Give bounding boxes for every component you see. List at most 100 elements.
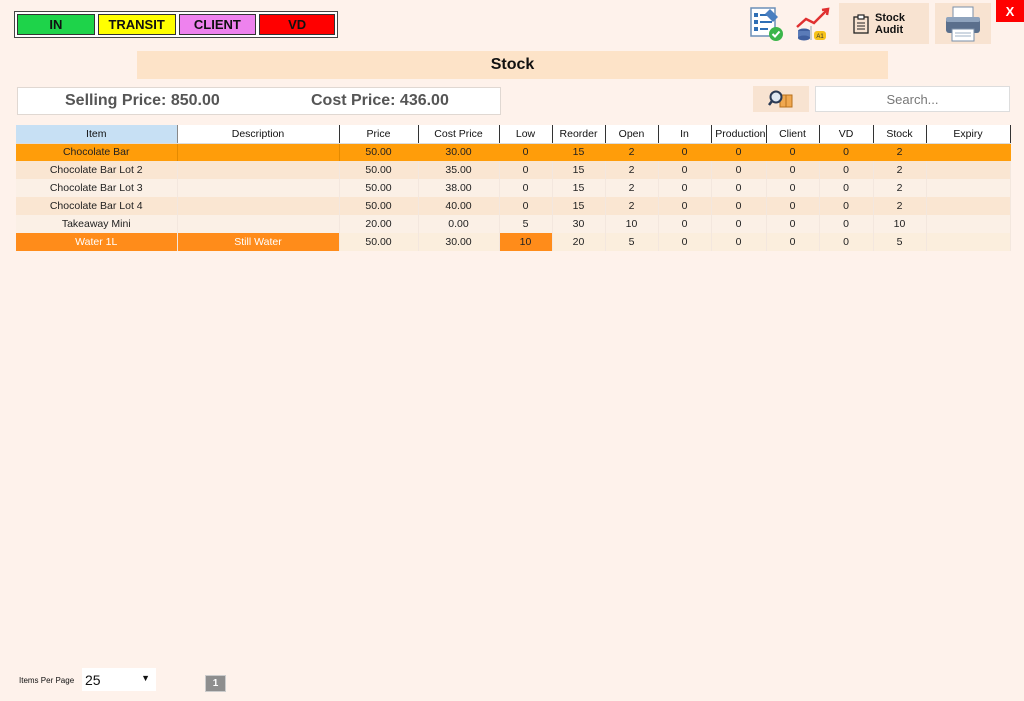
cell-vd[interactable]: 0 bbox=[819, 161, 874, 179]
cell-price[interactable]: 50.00 bbox=[339, 233, 419, 251]
table-row[interactable]: Chocolate Bar 50.00 30.00 0 15 2 0 0 0 0… bbox=[16, 143, 1011, 161]
find-item-button[interactable] bbox=[753, 86, 809, 112]
column-header-client[interactable]: Client bbox=[766, 125, 820, 144]
cell-price[interactable]: 20.00 bbox=[339, 215, 419, 233]
dropdown-arrow-icon[interactable]: ▼ bbox=[141, 673, 150, 683]
cell-vd[interactable]: 0 bbox=[819, 215, 874, 233]
cell-vd[interactable]: 0 bbox=[819, 197, 874, 215]
cell-expiry[interactable] bbox=[926, 215, 1011, 233]
cell-open[interactable]: 10 bbox=[605, 215, 659, 233]
cell-expiry[interactable] bbox=[926, 143, 1011, 161]
table-row[interactable]: Takeaway Mini 20.00 0.00 5 30 10 0 0 0 0… bbox=[16, 215, 1011, 233]
cell-in[interactable]: 0 bbox=[658, 161, 712, 179]
cell-reorder[interactable]: 20 bbox=[552, 233, 606, 251]
search-input[interactable] bbox=[815, 86, 1010, 112]
cell-client[interactable]: 0 bbox=[766, 233, 820, 251]
cell-item[interactable]: Chocolate Bar Lot 2 bbox=[16, 161, 178, 179]
cell-expiry[interactable] bbox=[926, 197, 1011, 215]
cell-production[interactable]: 0 bbox=[711, 179, 767, 197]
cell-item[interactable]: Chocolate Bar bbox=[16, 143, 178, 161]
table-row[interactable]: Chocolate Bar Lot 2 50.00 35.00 0 15 2 0… bbox=[16, 161, 1011, 179]
cell-stock[interactable]: 10 bbox=[873, 215, 927, 233]
cell-low[interactable]: 5 bbox=[499, 215, 553, 233]
column-header-price[interactable]: Price bbox=[339, 125, 419, 144]
cell-reorder[interactable]: 15 bbox=[552, 197, 606, 215]
cell-description[interactable] bbox=[177, 143, 340, 161]
cell-in[interactable]: 0 bbox=[658, 233, 712, 251]
stock-audit-button[interactable]: Stock Audit bbox=[839, 3, 929, 44]
cell-production[interactable]: 0 bbox=[711, 161, 767, 179]
cell-reorder[interactable]: 30 bbox=[552, 215, 606, 233]
cell-reorder[interactable]: 15 bbox=[552, 179, 606, 197]
cell-vd[interactable]: 0 bbox=[819, 143, 874, 161]
cell-cost-price[interactable]: 0.00 bbox=[418, 215, 500, 233]
column-header-cost-price[interactable]: Cost Price bbox=[418, 125, 500, 144]
cell-open[interactable]: 2 bbox=[605, 161, 659, 179]
cell-open[interactable]: 2 bbox=[605, 179, 659, 197]
table-row[interactable]: Chocolate Bar Lot 3 50.00 38.00 0 15 2 0… bbox=[16, 179, 1011, 197]
column-header-item[interactable]: Item bbox=[16, 125, 178, 144]
cell-open[interactable]: 2 bbox=[605, 143, 659, 161]
cell-price[interactable]: 50.00 bbox=[339, 161, 419, 179]
cell-description[interactable] bbox=[177, 161, 340, 179]
cell-low[interactable]: 0 bbox=[499, 179, 553, 197]
cell-stock[interactable]: 2 bbox=[873, 179, 927, 197]
cell-in[interactable]: 0 bbox=[658, 197, 712, 215]
column-header-open[interactable]: Open bbox=[605, 125, 659, 144]
column-header-reorder[interactable]: Reorder bbox=[552, 125, 606, 144]
cell-reorder[interactable]: 15 bbox=[552, 143, 606, 161]
cell-stock[interactable]: 2 bbox=[873, 143, 927, 161]
cell-vd[interactable]: 0 bbox=[819, 179, 874, 197]
cell-expiry[interactable] bbox=[926, 233, 1011, 251]
cell-stock[interactable]: 2 bbox=[873, 161, 927, 179]
cell-production[interactable]: 0 bbox=[711, 143, 767, 161]
cell-cost-price[interactable]: 30.00 bbox=[418, 143, 500, 161]
column-header-production[interactable]: Production bbox=[711, 125, 767, 144]
cell-description[interactable] bbox=[177, 197, 340, 215]
column-header-low[interactable]: Low bbox=[499, 125, 553, 144]
column-header-expiry[interactable]: Expiry bbox=[926, 125, 1011, 144]
cell-client[interactable]: 0 bbox=[766, 179, 820, 197]
cell-client[interactable]: 0 bbox=[766, 161, 820, 179]
cell-low[interactable]: 0 bbox=[499, 143, 553, 161]
stock-chart-button[interactable]: A1 bbox=[792, 3, 834, 44]
cell-in[interactable]: 0 bbox=[658, 143, 712, 161]
column-header-description[interactable]: Description bbox=[177, 125, 340, 144]
cell-description[interactable] bbox=[177, 179, 340, 197]
cell-item[interactable]: Water 1L bbox=[16, 233, 178, 251]
cell-vd[interactable]: 0 bbox=[819, 233, 874, 251]
cell-client[interactable]: 0 bbox=[766, 143, 820, 161]
table-row[interactable]: Chocolate Bar Lot 4 50.00 40.00 0 15 2 0… bbox=[16, 197, 1011, 215]
close-button[interactable]: X bbox=[996, 0, 1024, 22]
table-row[interactable]: Water 1L Still Water 50.00 30.00 10 20 5… bbox=[16, 233, 1011, 251]
cell-item[interactable]: Chocolate Bar Lot 4 bbox=[16, 197, 178, 215]
cell-expiry[interactable] bbox=[926, 179, 1011, 197]
cell-client[interactable]: 0 bbox=[766, 197, 820, 215]
cell-cost-price[interactable]: 38.00 bbox=[418, 179, 500, 197]
cell-stock[interactable]: 5 bbox=[873, 233, 927, 251]
cell-production[interactable]: 0 bbox=[711, 233, 767, 251]
cell-low[interactable]: 0 bbox=[499, 161, 553, 179]
cell-cost-price[interactable]: 35.00 bbox=[418, 161, 500, 179]
cell-low[interactable]: 0 bbox=[499, 197, 553, 215]
cell-expiry[interactable] bbox=[926, 161, 1011, 179]
cell-price[interactable]: 50.00 bbox=[339, 143, 419, 161]
items-per-page-select[interactable]: 25 ▼ bbox=[82, 668, 156, 691]
cell-stock[interactable]: 2 bbox=[873, 197, 927, 215]
column-header-in[interactable]: In bbox=[658, 125, 712, 144]
cell-item[interactable]: Takeaway Mini bbox=[16, 215, 178, 233]
cell-price[interactable]: 50.00 bbox=[339, 197, 419, 215]
edit-stock-button[interactable] bbox=[745, 3, 787, 44]
cell-open[interactable]: 5 bbox=[605, 233, 659, 251]
cell-price[interactable]: 50.00 bbox=[339, 179, 419, 197]
cell-item[interactable]: Chocolate Bar Lot 3 bbox=[16, 179, 178, 197]
cell-low[interactable]: 10 bbox=[499, 233, 553, 251]
cell-cost-price[interactable]: 40.00 bbox=[418, 197, 500, 215]
cell-in[interactable]: 0 bbox=[658, 215, 712, 233]
cell-description[interactable] bbox=[177, 215, 340, 233]
cell-description[interactable]: Still Water bbox=[177, 233, 340, 251]
cell-reorder[interactable]: 15 bbox=[552, 161, 606, 179]
cell-production[interactable]: 0 bbox=[711, 197, 767, 215]
column-header-vd[interactable]: VD bbox=[819, 125, 874, 144]
column-header-stock[interactable]: Stock bbox=[873, 125, 927, 144]
